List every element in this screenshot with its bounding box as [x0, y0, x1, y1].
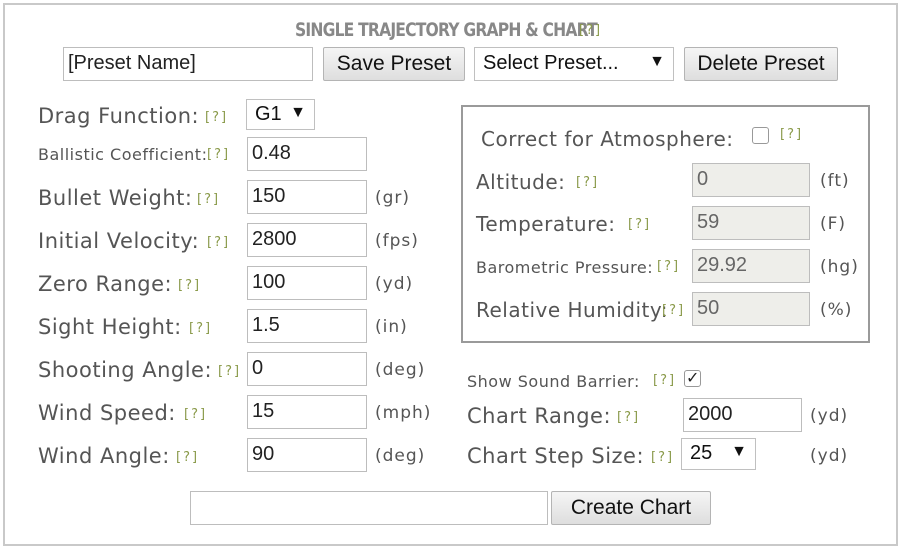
barometric-pressure-label: Barometric Pressure:: [476, 258, 654, 277]
bullet-weight-help-link[interactable]: [?]: [197, 192, 220, 207]
save-preset-button[interactable]: Save Preset: [323, 47, 465, 81]
create-chart-button[interactable]: Create Chart: [551, 491, 711, 525]
shooting-angle-unit: (deg): [375, 360, 426, 380]
bullet-weight-unit: (gr): [375, 188, 411, 208]
initial-velocity-label: Initial Velocity:: [38, 229, 200, 253]
ballistic-coefficient-label: Ballistic Coefficient:: [38, 145, 208, 164]
ballistic-coefficient-input[interactable]: 0.48: [247, 137, 367, 171]
drag-function-dropdown[interactable]: G1 ▼: [246, 99, 315, 130]
altitude-input[interactable]: 0: [692, 163, 810, 197]
barometric-pressure-help-link[interactable]: [?]: [657, 259, 680, 274]
altitude-label: Altitude:: [476, 170, 566, 194]
drag-function-value: G1: [255, 103, 282, 125]
wind-speed-label: Wind Speed:: [38, 401, 176, 425]
chevron-down-icon: ▼: [731, 443, 747, 460]
wind-angle-input[interactable]: 90: [247, 438, 367, 472]
temperature-label: Temperature:: [476, 212, 616, 236]
relative-humidity-help-link[interactable]: [?]: [662, 303, 685, 318]
page-title: SINGLE TRAJECTORY GRAPH & CHART: [295, 19, 598, 41]
chevron-down-icon: ▼: [649, 53, 665, 70]
ballistic-coefficient-help-link[interactable]: [?]: [207, 147, 230, 162]
preset-name-input[interactable]: [Preset Name]: [63, 47, 313, 81]
zero-range-unit: (yd): [375, 274, 414, 294]
temperature-unit: (F): [820, 214, 847, 234]
shooting-angle-input[interactable]: 0: [247, 352, 367, 386]
initial-velocity-input[interactable]: 2800: [247, 223, 367, 257]
barometric-pressure-unit: (hg): [820, 257, 859, 277]
chevron-down-icon: ▼: [290, 104, 306, 121]
wind-speed-help-link[interactable]: [?]: [184, 407, 207, 422]
sight-height-help-link[interactable]: [?]: [189, 321, 212, 336]
zero-range-input[interactable]: 100: [247, 266, 367, 300]
sight-height-input[interactable]: 1.5: [247, 309, 367, 343]
chart-step-unit: (yd): [810, 446, 849, 466]
relative-humidity-input[interactable]: 50: [692, 292, 810, 326]
temperature-help-link[interactable]: [?]: [628, 217, 651, 232]
sight-height-label: Sight Height:: [38, 315, 182, 339]
sight-height-unit: (in): [375, 317, 408, 337]
altitude-help-link[interactable]: [?]: [576, 175, 599, 190]
initial-velocity-unit: (fps): [375, 231, 419, 251]
delete-preset-button[interactable]: Delete Preset: [684, 47, 838, 81]
initial-velocity-help-link[interactable]: [?]: [207, 235, 230, 250]
sound-barrier-checkbox[interactable]: [684, 368, 701, 387]
shooting-angle-label: Shooting Angle:: [38, 358, 213, 382]
chart-range-label: Chart Range:: [467, 404, 612, 428]
chart-range-input[interactable]: 2000: [683, 398, 802, 432]
title-help-link[interactable]: [?]: [579, 23, 602, 38]
drag-function-label: Drag Function:: [38, 104, 200, 128]
sound-barrier-help-link[interactable]: [?]: [653, 373, 676, 388]
chart-name-input[interactable]: [190, 491, 548, 525]
wind-angle-help-link[interactable]: [?]: [176, 450, 199, 465]
temperature-input[interactable]: 59: [692, 206, 810, 240]
wind-angle-label: Wind Angle:: [38, 444, 170, 468]
zero-range-label: Zero Range:: [38, 272, 173, 296]
drag-function-help-link[interactable]: [?]: [205, 110, 228, 125]
chart-step-label: Chart Step Size:: [467, 444, 645, 468]
select-preset-value: Select Preset...: [483, 52, 619, 74]
altitude-unit: (ft): [820, 171, 850, 191]
select-preset-dropdown[interactable]: Select Preset... ▼: [474, 47, 674, 81]
chart-range-unit: (yd): [810, 406, 849, 426]
sound-barrier-label: Show Sound Barrier:: [467, 372, 640, 391]
barometric-pressure-input[interactable]: 29.92: [692, 249, 810, 283]
zero-range-help-link[interactable]: [?]: [178, 278, 201, 293]
shooting-angle-help-link[interactable]: [?]: [218, 364, 241, 379]
relative-humidity-label: Relative Humidity:: [476, 298, 668, 322]
correct-atmosphere-help-link[interactable]: [?]: [780, 127, 803, 142]
chart-step-help-link[interactable]: [?]: [651, 450, 674, 465]
bullet-weight-input[interactable]: 150: [247, 180, 367, 214]
wind-speed-unit: (mph): [375, 403, 432, 423]
wind-speed-input[interactable]: 15: [247, 395, 367, 429]
relative-humidity-unit: (%): [820, 300, 853, 320]
chart-step-dropdown[interactable]: 25 ▼: [681, 438, 756, 470]
bullet-weight-label: Bullet Weight:: [38, 186, 193, 210]
correct-atmosphere-checkbox[interactable]: [752, 127, 769, 144]
correct-atmosphere-label: Correct for Atmosphere:: [481, 127, 734, 151]
chart-step-value: 25: [690, 442, 713, 464]
wind-angle-unit: (deg): [375, 446, 426, 466]
chart-range-help-link[interactable]: [?]: [617, 410, 640, 425]
